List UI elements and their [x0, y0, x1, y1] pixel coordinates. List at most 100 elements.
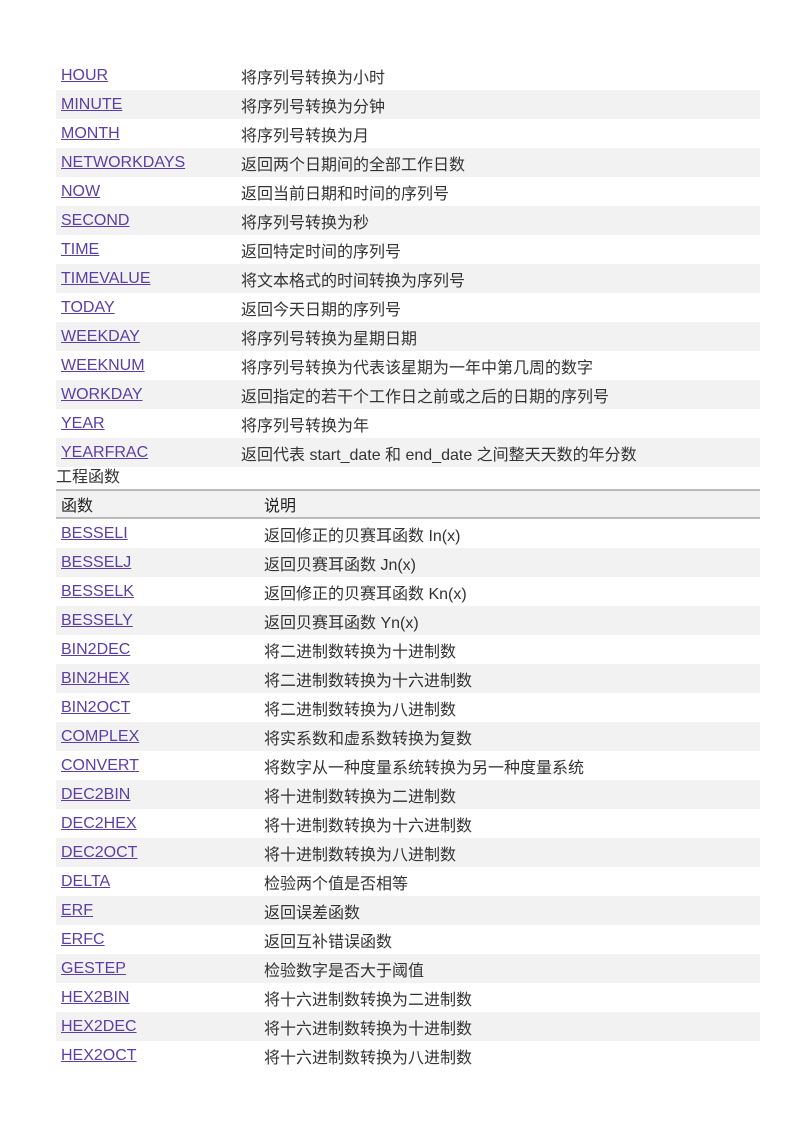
- function-cell: NETWORKDAYS: [56, 148, 236, 177]
- function-link[interactable]: TODAY: [61, 299, 115, 316]
- table-row: BESSELI 返回修正的贝赛耳函数 In(x): [56, 518, 760, 548]
- function-cell: WEEKDAY: [56, 322, 236, 351]
- function-link[interactable]: WEEKDAY: [61, 328, 140, 345]
- description-cell: 将序列号转换为代表该星期为一年中第几周的数字: [241, 359, 594, 377]
- function-link[interactable]: BESSELY: [61, 612, 133, 629]
- function-link[interactable]: MONTH: [61, 125, 120, 142]
- description-cell: 返回修正的贝赛耳函数 In(x): [264, 527, 461, 545]
- function-cell: WORKDAY: [56, 380, 236, 409]
- function-cell: CONVERT: [56, 751, 259, 780]
- table-row: DEC2BIN 将十进制数转换为二进制数: [56, 780, 760, 809]
- table-row: BIN2HEX 将二进制数转换为十六进制数: [56, 664, 760, 693]
- function-cell: YEARFRAC: [56, 438, 236, 467]
- function-link[interactable]: HOUR: [61, 67, 108, 84]
- function-link[interactable]: COMPLEX: [61, 728, 139, 745]
- description-cell: 返回互补错误函数: [264, 933, 393, 951]
- function-link[interactable]: GESTEP: [61, 960, 126, 977]
- function-link[interactable]: YEAR: [61, 415, 105, 432]
- table-row: GESTEP 检验数字是否大于阈值: [56, 954, 760, 983]
- function-link[interactable]: DEC2BIN: [61, 786, 130, 803]
- table-row: BESSELJ 返回贝赛耳函数 Jn(x): [56, 548, 760, 577]
- description-cell: 将序列号转换为小时: [241, 69, 386, 87]
- table-row: YEAR 将序列号转换为年: [56, 409, 760, 438]
- date-functions-table: HOUR 将序列号转换为小时 MINUTE 将序列号转换为分钟 MONTH 将序列号转换为…: [56, 61, 760, 467]
- description-cell: 将二进制数转换为八进制数: [264, 701, 457, 719]
- table-row: TODAY 返回今天日期的序列号: [56, 293, 760, 322]
- function-cell: BESSELJ: [56, 548, 259, 577]
- table-row: NETWORKDAYS 返回两个日期间的全部工作日数: [56, 148, 760, 177]
- function-cell: TIME: [56, 235, 236, 264]
- description-cell: 将序列号转换为秒: [236, 206, 760, 235]
- column-header-description: 说明: [259, 489, 760, 519]
- table-row: BIN2OCT 将二进制数转换为八进制数: [56, 693, 760, 722]
- description-cell: 将十进制数转换为二进制数: [259, 780, 760, 809]
- function-link[interactable]: BESSELK: [61, 583, 134, 600]
- table-row: BIN2DEC 将二进制数转换为十进制数: [56, 635, 760, 664]
- table-row: HEX2DEC 将十六进制数转换为十进制数: [56, 1012, 760, 1041]
- function-link[interactable]: BIN2HEX: [61, 670, 129, 687]
- function-cell: HEX2DEC: [56, 1012, 259, 1041]
- description-cell: 将序列号转换为年: [241, 417, 370, 435]
- column-header-function: 函数: [56, 489, 259, 519]
- function-link[interactable]: BESSELI: [61, 525, 128, 542]
- function-link[interactable]: HEX2BIN: [61, 989, 129, 1006]
- function-link[interactable]: DEC2HEX: [61, 815, 137, 832]
- function-link[interactable]: SECOND: [61, 212, 129, 229]
- table-row: HEX2OCT 将十六进制数转换为八进制数: [56, 1041, 760, 1070]
- function-link[interactable]: YEARFRAC: [61, 444, 148, 461]
- function-link[interactable]: DEC2OCT: [61, 844, 137, 861]
- function-link[interactable]: DELTA: [61, 873, 110, 890]
- function-link[interactable]: ERF: [61, 902, 93, 919]
- description-cell: 返回两个日期间的全部工作日数: [236, 148, 760, 177]
- table-row: DELTA 检验两个值是否相等: [56, 867, 760, 896]
- table-row: NOW 返回当前日期和时间的序列号: [56, 177, 760, 206]
- description-cell: 将十六进制数转换为十进制数: [259, 1012, 760, 1041]
- description-cell: 返回误差函数: [259, 896, 760, 925]
- function-cell: BESSELK: [56, 577, 259, 606]
- table-row: CONVERT 将数字从一种度量系统转换为另一种度量系统: [56, 751, 760, 780]
- function-link[interactable]: TIME: [61, 241, 99, 258]
- description-cell: 将二进制数转换为十六进制数: [259, 664, 760, 693]
- description-cell: 检验两个值是否相等: [264, 875, 409, 893]
- table-row: COMPLEX 将实系数和虚系数转换为复数: [56, 722, 760, 751]
- function-link[interactable]: HEX2OCT: [61, 1047, 137, 1064]
- function-link[interactable]: NETWORKDAYS: [61, 154, 185, 171]
- table-row: WEEKNUM 将序列号转换为代表该星期为一年中第几周的数字: [56, 351, 760, 380]
- function-link[interactable]: MINUTE: [61, 96, 122, 113]
- table-row: ERF 返回误差函数: [56, 896, 760, 925]
- description-cell: 将数字从一种度量系统转换为另一种度量系统: [264, 759, 585, 777]
- description-cell: 返回贝赛耳函数 Jn(x): [259, 548, 760, 577]
- description-cell: 将十六进制数转换为八进制数: [264, 1049, 473, 1067]
- description-cell: 将十六进制数转换为二进制数: [264, 991, 473, 1009]
- function-cell: MONTH: [56, 119, 236, 148]
- function-link[interactable]: WORKDAY: [61, 386, 142, 403]
- function-cell: GESTEP: [56, 954, 259, 983]
- description-cell: 返回今天日期的序列号: [241, 301, 402, 319]
- function-link[interactable]: BIN2DEC: [61, 641, 130, 658]
- function-link[interactable]: BESSELJ: [61, 554, 131, 571]
- function-link[interactable]: NOW: [61, 183, 100, 200]
- function-cell: DEC2HEX: [56, 809, 259, 838]
- table-row: TIME 返回特定时间的序列号: [56, 235, 760, 264]
- description-cell: 将二进制数转换为十进制数: [264, 643, 457, 661]
- table-row: SECOND 将序列号转换为秒: [56, 206, 760, 235]
- table-row: BESSELY 返回贝赛耳函数 Yn(x): [56, 606, 760, 635]
- function-cell: HEX2BIN: [56, 983, 259, 1012]
- function-link[interactable]: TIMEVALUE: [61, 270, 151, 287]
- function-link[interactable]: CONVERT: [61, 757, 139, 774]
- description-cell: 返回修正的贝赛耳函数 Kn(x): [264, 585, 467, 603]
- function-cell: HOUR: [56, 61, 236, 90]
- function-cell: WEEKNUM: [56, 351, 236, 380]
- function-link[interactable]: HEX2DEC: [61, 1018, 137, 1035]
- function-link[interactable]: WEEKNUM: [61, 357, 145, 374]
- description-cell: 将序列号转换为月: [241, 127, 370, 145]
- description-cell: 将十进制数转换为十六进制数: [264, 817, 473, 835]
- description-cell: 将文本格式的时间转换为序列号: [236, 264, 760, 293]
- function-cell: MINUTE: [56, 90, 236, 119]
- table-row: HEX2BIN 将十六进制数转换为二进制数: [56, 983, 760, 1012]
- document-body: HOUR 将序列号转换为小时 MINUTE 将序列号转换为分钟 MONTH 将序列号转换为…: [56, 61, 760, 1070]
- function-link[interactable]: BIN2OCT: [61, 699, 130, 716]
- function-link[interactable]: ERFC: [61, 931, 105, 948]
- table-row: WEEKDAY 将序列号转换为星期日期: [56, 322, 760, 351]
- table-row: YEARFRAC 返回代表 start_date 和 end_date 之间整天天…: [56, 438, 760, 467]
